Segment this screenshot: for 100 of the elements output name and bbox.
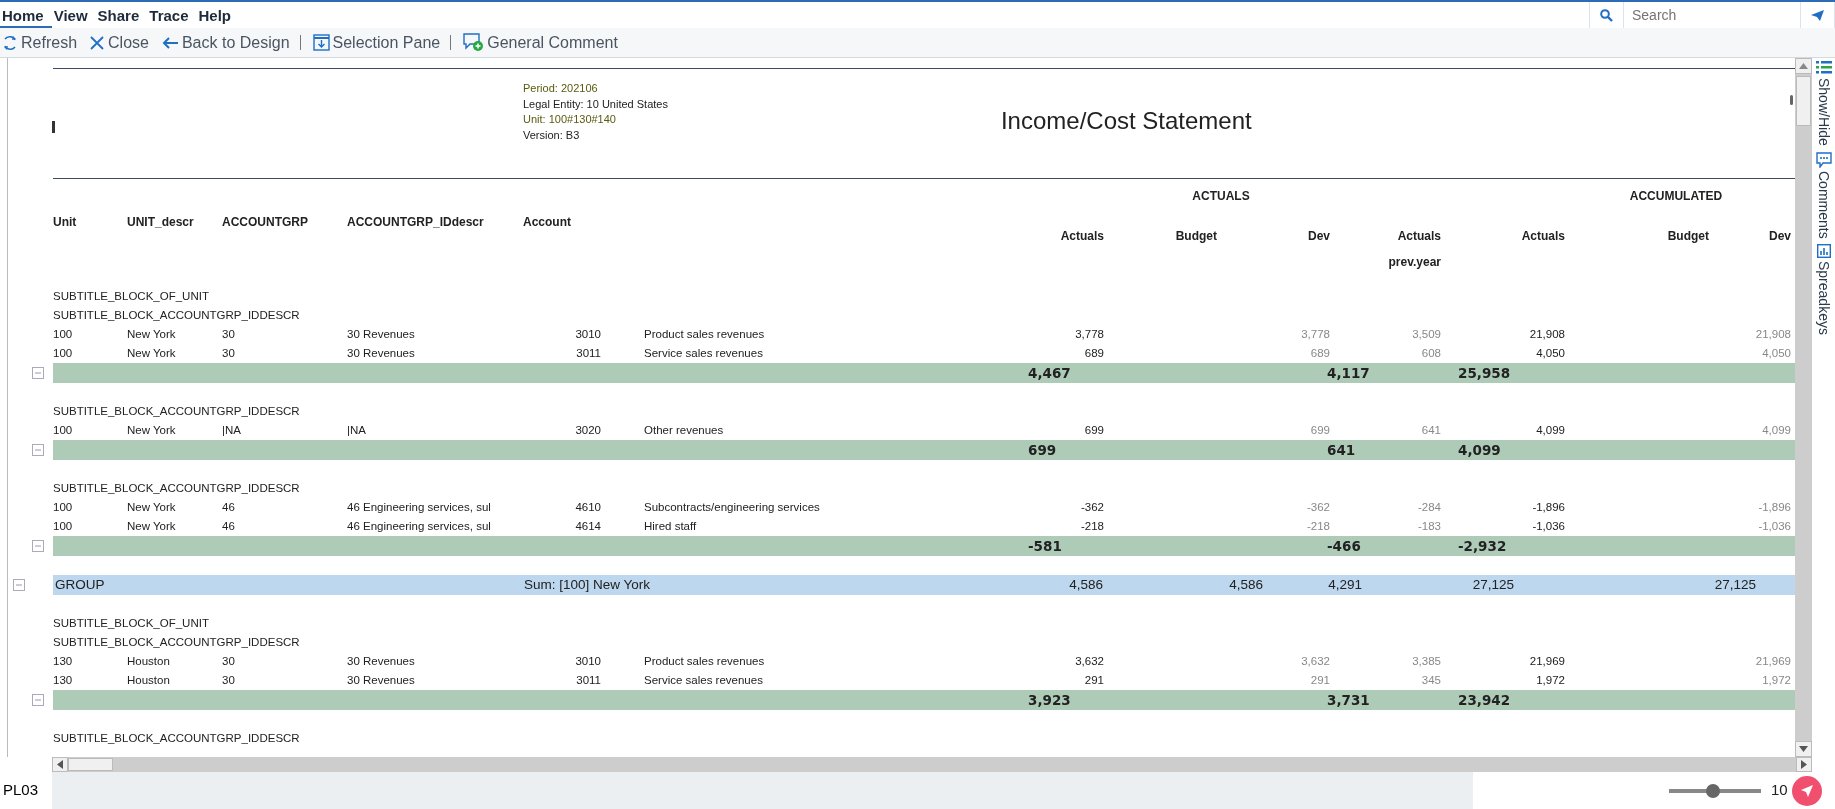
table-cell-text: 641 [1420,422,1441,438]
table-cell-text: 3011 [575,672,601,688]
subtotal-value: 4,467 [1028,364,1072,383]
toolbar-button[interactable]: Back to Design [158,30,300,55]
close-icon [89,34,106,51]
menu-tab[interactable]: Share [95,2,148,28]
triangle-up-icon [1799,63,1808,69]
table-cell-text: -284 [1416,499,1441,515]
download-box-icon [312,34,330,51]
table-cell-text: -218 [1079,518,1104,534]
table-cell-text: 130 [53,653,74,669]
table-cell-text: 21,969 [1754,653,1791,669]
table-cell-text: 4610 [574,499,601,515]
table-cell-text: Service sales revenues [643,672,764,688]
table-cell-text: 100 [53,499,74,515]
subtotal-value: 4,099 [1458,441,1502,460]
collapse-icon[interactable] [13,579,25,591]
scrollbar-thumb[interactable] [68,758,113,771]
table-cell-text: 21,908 [1754,326,1791,342]
column-group-header: ACCUMULATED [1628,188,1724,205]
menu-tab[interactable]: Trace [147,2,197,28]
scrollbar-thumb[interactable] [1796,76,1811,126]
subtitle-label: SUBTITLE_BLOCK_ACCOUNTGRP_IDDESCR [53,403,300,419]
group-total-value: 4,586 [1068,576,1103,594]
search-icon [1600,9,1613,22]
table-cell-text: Houston [127,653,171,669]
column-header: Actuals [1520,228,1565,245]
subtotal-value: 23,942 [1458,691,1512,710]
table-cell-text: 3011 [575,345,601,361]
subtotal-value: 3,731 [1327,691,1371,710]
table-cell-text: 4,050 [1535,345,1565,361]
table-cell-text: 345 [1420,672,1441,688]
column-header: ACCOUNTGRP [222,214,309,231]
table-cell-text: 689 [1083,345,1104,361]
column-header: Dev [1307,228,1330,245]
table-cell-text: 4,099 [1535,422,1565,438]
scroll-left-button[interactable] [52,757,68,772]
toolbar-button[interactable]: General Comment [461,30,628,55]
table-cell-text: -362 [1305,499,1330,515]
subtotal-value: -466 [1327,537,1362,556]
table-cell-text: 30 Revenues [347,326,416,342]
table-cell-text: New York [127,422,177,438]
search-bar[interactable]: Search [1589,2,1835,30]
table-cell-text: 46 [222,518,236,534]
menu-tab[interactable]: Help [196,2,240,28]
slider-thumb[interactable] [1706,783,1721,798]
send-icon [1800,784,1814,798]
side-panel-tab[interactable]: Show/Hide [1813,60,1834,146]
table-cell-text: Service sales revenues [643,345,764,361]
scroll-up-button[interactable] [1795,58,1812,74]
table-cell-text: 21,908 [1528,326,1565,342]
subtotal-value: 641 [1327,441,1357,460]
triangle-right-icon [1801,760,1807,769]
bar-chart-icon [1816,244,1831,259]
table-cell-text: Other revenues [643,422,725,438]
scroll-down-button[interactable] [1795,741,1812,757]
subtitle-label: SUBTITLE_BLOCK_OF_UNIT [53,288,209,304]
table-cell-text: 4,050 [1761,345,1791,361]
table-cell-text: 100 [53,345,74,361]
column-group-header: ACTUALS [1191,188,1251,205]
table-cell-text: 699 [1309,422,1330,438]
side-panel-tab[interactable]: Spreadkeys [1813,244,1834,336]
table-cell-text: 3010 [574,326,601,342]
table-cell-text: 30 [222,672,236,688]
group-total-value: 27,125 [1713,576,1756,594]
table-cell-text: 30 Revenues [347,653,416,669]
table-cell-text: -218 [1305,518,1330,534]
scroll-right-button[interactable] [1796,757,1812,772]
collapse-icon[interactable] [32,694,44,706]
column-header: ACCOUNTGRP_IDdescr [347,214,485,231]
table-cell-text: 699 [1083,422,1104,438]
menu-tab[interactable]: View [51,2,96,28]
table-cell-text: 30 [222,653,236,669]
table-cell-text: |NA [222,422,242,438]
column-header: Budget [1174,228,1217,245]
table-cell-text: 3010 [574,653,601,669]
subtotal-value: 4,117 [1327,364,1371,383]
zoom-level-label: 10 [1771,780,1788,801]
subtitle-label: SUBTITLE_BLOCK_ACCOUNTGRP_IDDESCR [53,307,300,323]
toolbar-button[interactable]: Selection Pane [310,30,451,55]
column-header: Actuals [1059,228,1104,245]
refresh-icon [2,33,18,52]
subtitle-label: SUBTITLE_BLOCK_OF_UNIT [53,615,209,631]
sheet-tab[interactable]: PL03 [0,772,52,809]
table-cell-text: New York [127,326,177,342]
collapse-icon[interactable] [32,540,44,552]
table-cell-text: 3020 [574,422,601,438]
side-panel-tab[interactable]: Comments [1813,151,1834,239]
table-cell-text: 130 [53,672,74,688]
report-parameter: Unit: 100#130#140 [523,112,617,127]
table-cell-text: 3,778 [1300,326,1330,342]
table-cell-text: Product sales revenues [643,653,766,669]
table-cell-text: Houston [127,672,171,688]
collapse-icon[interactable] [32,444,44,456]
column-header: Dev [1768,228,1791,245]
floating-action-button[interactable] [1792,776,1822,806]
collapse-icon[interactable] [32,367,44,379]
toolbar-button[interactable]: Close [87,30,159,55]
toolbar-button[interactable]: Refresh [0,30,88,55]
comment-add-icon [463,33,485,52]
